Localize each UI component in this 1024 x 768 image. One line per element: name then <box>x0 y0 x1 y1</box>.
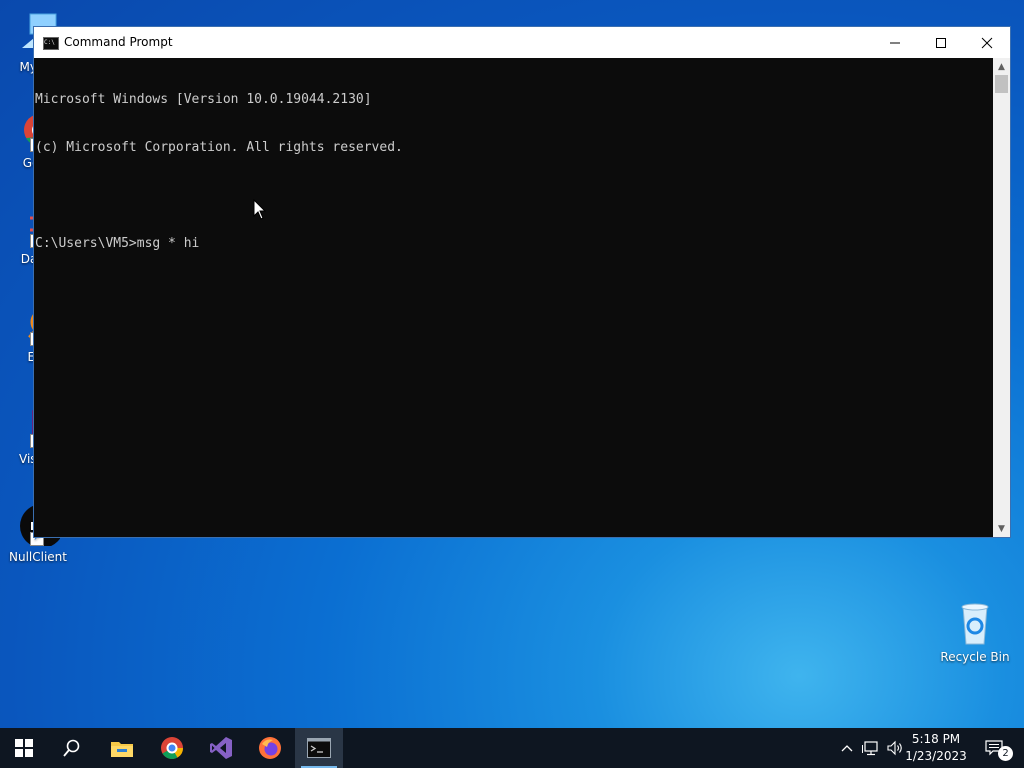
scroll-down-icon[interactable]: ▼ <box>993 520 1010 537</box>
show-hidden-icons-button[interactable] <box>838 728 856 768</box>
command-prompt-window[interactable]: C:\ Command Prompt Microsoft Windows [Ve… <box>33 26 1011 538</box>
console-output[interactable]: Microsoft Windows [Version 10.0.19044.21… <box>34 58 993 537</box>
chrome-icon <box>161 737 183 759</box>
taskbar: 5:18 PM 1/23/2023 2 <box>0 728 1024 768</box>
taskbar-command-prompt[interactable] <box>295 728 343 768</box>
taskbar-file-explorer[interactable] <box>98 728 146 768</box>
scrollbar-thumb[interactable] <box>995 75 1008 93</box>
network-button[interactable] <box>860 728 882 768</box>
maximize-button[interactable] <box>918 27 964 58</box>
desktop-icon-recycle-bin[interactable]: Recycle Bin <box>937 602 1013 665</box>
taskbar-chrome[interactable] <box>148 728 196 768</box>
search-button[interactable] <box>48 728 96 768</box>
chevron-up-icon <box>841 745 853 752</box>
network-icon <box>862 741 878 756</box>
visual-studio-icon <box>210 737 232 759</box>
scroll-up-icon[interactable]: ▲ <box>993 58 1010 75</box>
window-title: Command Prompt <box>64 35 173 49</box>
command-prompt-icon <box>307 738 331 758</box>
close-icon <box>981 37 993 48</box>
command-prompt-icon: C:\ <box>43 37 59 50</box>
notification-count-badge: 2 <box>998 746 1013 761</box>
window-titlebar[interactable]: C:\ Command Prompt <box>34 27 1010 58</box>
close-button[interactable] <box>964 27 1010 58</box>
minimize-button[interactable] <box>872 27 918 58</box>
action-center-button[interactable]: 2 <box>978 728 1013 768</box>
vertical-scrollbar[interactable]: ▲ ▼ <box>993 58 1010 537</box>
console-line: (c) Microsoft Corporation. All rights re… <box>35 140 403 155</box>
mouse-cursor-icon <box>253 199 267 220</box>
recycle-bin-icon <box>953 602 997 646</box>
search-icon <box>63 739 80 757</box>
taskbar-firefox[interactable] <box>246 728 294 768</box>
minimize-icon <box>890 42 900 43</box>
start-icon <box>15 739 33 757</box>
taskbar-visual-studio[interactable] <box>197 728 245 768</box>
desktop-icon-label: Recycle Bin <box>940 650 1010 664</box>
firefox-icon <box>259 737 281 759</box>
clock-date: 1/23/2023 <box>905 749 967 763</box>
start-button[interactable] <box>0 728 48 768</box>
maximize-icon <box>936 37 946 48</box>
file-explorer-icon <box>111 742 133 757</box>
desktop-icon-label: NullClient <box>9 550 67 564</box>
console-line-prompt: C:\Users\VM5>msg * hi <box>35 236 200 251</box>
console-line: Microsoft Windows [Version 10.0.19044.21… <box>35 92 372 107</box>
clock-time: 5:18 PM <box>911 732 961 746</box>
clock[interactable]: 5:18 PM 1/23/2023 <box>900 731 972 765</box>
